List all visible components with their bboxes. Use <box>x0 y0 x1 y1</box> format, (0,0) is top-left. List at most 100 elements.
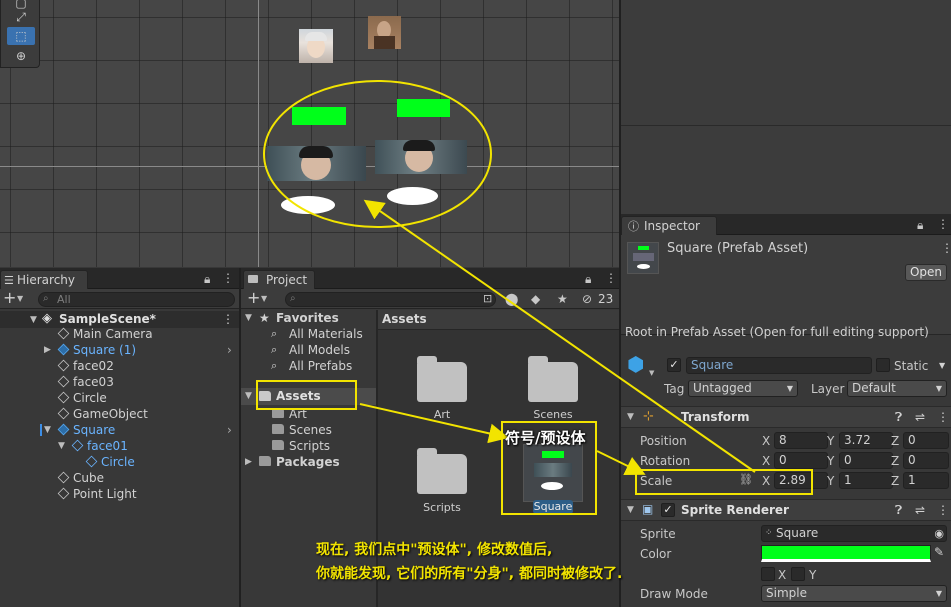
hierarchy-item[interactable]: face03 <box>0 374 239 390</box>
expand-arrow-icon[interactable]: ▼ <box>627 412 634 422</box>
preset-icon[interactable]: ⇌ <box>915 410 925 424</box>
tab-hierarchy[interactable]: ☰ Hierarchy <box>0 270 88 290</box>
preset-icon[interactable]: ⇌ <box>915 503 925 517</box>
search-input[interactable]: ⌕ <box>285 292 496 307</box>
filter-type-icon[interactable]: ⬤ <box>505 292 518 306</box>
expand-arrow-icon[interactable]: ▶ <box>44 342 51 358</box>
chevron-down-icon[interactable]: ▼ <box>261 294 267 303</box>
object-picker-icon[interactable]: ◉ <box>934 526 944 541</box>
star-icon: ★ <box>259 311 270 325</box>
layer-dropdown[interactable]: Default ▼ <box>847 380 947 397</box>
face-sprite[interactable] <box>368 16 401 49</box>
hierarchy-item[interactable]: ▼ Square › <box>0 422 239 438</box>
tag-dropdown[interactable]: Untagged ▼ <box>688 380 798 397</box>
hierarchy-item[interactable]: Point Light <box>0 486 239 502</box>
expand-arrow-icon[interactable]: ▼ <box>627 505 634 515</box>
add-button[interactable]: + <box>3 288 16 307</box>
lock-icon[interactable]: 🔒︎ <box>585 272 591 286</box>
tab-label: Hierarchy <box>17 273 76 287</box>
chevron-right-icon[interactable]: › <box>227 422 232 438</box>
axis-y-label[interactable]: Y <box>827 473 834 489</box>
tab-project[interactable]: Project <box>243 270 315 290</box>
flip-x-checkbox[interactable] <box>761 567 775 581</box>
scale-z-field[interactable]: 1 <box>903 472 949 489</box>
more-menu-icon[interactable]: ⋮ <box>937 410 949 424</box>
hierarchy-item[interactable]: Circle <box>0 454 239 470</box>
scale-y-field[interactable]: 1 <box>839 472 893 489</box>
more-menu-icon[interactable]: ⋮ <box>941 241 951 255</box>
more-menu-icon[interactable]: ⋮ <box>605 271 617 285</box>
hierarchy-item[interactable]: ▶ Square (1) › <box>0 342 239 358</box>
expand-arrow-icon[interactable]: ▼ <box>245 391 252 401</box>
eyedropper-icon[interactable]: ✎ <box>934 545 944 559</box>
static-checkbox[interactable] <box>876 358 890 372</box>
help-icon[interactable]: ❓︎ <box>895 503 902 518</box>
search-icon: ⌕ <box>271 327 278 340</box>
axis-z-label[interactable]: Z <box>891 473 899 489</box>
more-menu-icon[interactable]: ⋮ <box>222 312 234 326</box>
rotation-z-field[interactable]: 0 <box>903 452 949 469</box>
axis-x-label[interactable]: X <box>762 453 770 469</box>
color-swatch[interactable] <box>761 545 931 562</box>
hierarchy-item[interactable]: face02 <box>0 358 239 374</box>
chevron-right-icon[interactable]: › <box>227 342 232 358</box>
gameobject-icon <box>57 471 70 484</box>
position-x-field[interactable]: 8 <box>774 432 828 449</box>
more-menu-icon[interactable]: ⋮ <box>222 271 234 285</box>
annotation-text-line1: 现在, 我们点中"预设体", 修改数值后, <box>316 542 553 558</box>
add-button[interactable]: + <box>247 288 260 307</box>
search-options-icon[interactable]: ⊡ <box>483 292 492 306</box>
more-menu-icon[interactable]: ⋮ <box>937 503 949 517</box>
axis-x-label[interactable]: X <box>762 433 770 449</box>
flip-y-checkbox[interactable] <box>791 567 805 581</box>
scene-view[interactable]: ▢ ⤢ ⬚ ⊕ <box>0 0 619 267</box>
expand-arrow-icon[interactable]: ▼ <box>245 310 252 326</box>
sprite-renderer-header[interactable]: ▼ ▣ ✓ Sprite Renderer ❓︎ ⇌ ⋮ <box>621 499 951 521</box>
more-menu-icon[interactable]: ⋮ <box>937 217 949 231</box>
transform-icon[interactable]: ⊕ <box>7 47 35 65</box>
active-checkbox[interactable]: ✓ <box>667 358 681 372</box>
position-y-field[interactable]: 3.72 <box>839 432 893 449</box>
item-label: face01 <box>87 439 128 453</box>
draw-mode-dropdown[interactable]: Simple ▼ <box>761 585 947 602</box>
open-button[interactable]: Open <box>905 264 947 281</box>
star-icon[interactable]: ★ <box>557 292 568 306</box>
hidden-eye-icon[interactable]: ⊘ <box>582 292 592 306</box>
face-sprite[interactable] <box>299 29 333 63</box>
search-input[interactable]: ⌕ All <box>38 292 235 307</box>
hierarchy-item[interactable]: GameObject <box>0 406 239 422</box>
name-field[interactable]: Square <box>686 357 872 374</box>
hierarchy-item[interactable]: Circle <box>0 390 239 406</box>
label-filter-icon[interactable]: ◆ <box>531 292 540 306</box>
expand-arrow-icon[interactable]: ▼ <box>58 438 65 454</box>
lock-icon[interactable]: 🔒︎ <box>204 272 210 286</box>
scale-tool-icon[interactable]: ⤢ <box>7 8 35 26</box>
hierarchy-item[interactable]: ▼ face01 <box>0 438 239 454</box>
hierarchy-item[interactable]: Main Camera <box>0 326 239 342</box>
hierarchy-item[interactable]: Cube <box>0 470 239 486</box>
rotation-x-field[interactable]: 0 <box>774 452 828 469</box>
axis-y-label[interactable]: Y <box>827 433 834 449</box>
chevron-down-icon[interactable]: ▼ <box>939 361 945 370</box>
chevron-down-icon[interactable]: ▼ <box>17 294 23 303</box>
breadcrumb-label[interactable]: Assets <box>382 312 427 326</box>
rect-transform-icon[interactable]: ⬚ <box>7 27 35 45</box>
inspector-header: Square (Prefab Asset) ⋮ Open <box>621 235 951 335</box>
expand-arrow-icon[interactable]: ▼ <box>30 315 37 325</box>
expand-arrow-icon[interactable]: ▶ <box>245 454 252 470</box>
transform-header[interactable]: ▼ ⊹ Transform ❓︎ ⇌ ⋮ <box>621 406 951 428</box>
chevron-down-icon[interactable]: ▼ <box>649 369 654 377</box>
axis-z-label[interactable]: Z <box>891 433 899 449</box>
item-label: GameObject <box>73 407 148 421</box>
expand-arrow-icon[interactable]: ▼ <box>44 422 51 438</box>
annotation-ellipse <box>263 80 492 228</box>
lock-icon[interactable]: 🔒︎ <box>917 218 923 232</box>
help-icon[interactable]: ❓︎ <box>895 410 902 425</box>
axis-z-label[interactable]: Z <box>891 453 899 469</box>
enabled-checkbox[interactable]: ✓ <box>661 503 675 517</box>
sprite-field[interactable]: ⁘ Square ◉ <box>761 525 947 542</box>
tab-inspector[interactable]: ⓘ Inspector <box>621 216 717 236</box>
axis-y-label[interactable]: Y <box>827 453 834 469</box>
position-z-field[interactable]: 0 <box>903 432 949 449</box>
rotation-y-field[interactable]: 0 <box>839 452 893 469</box>
